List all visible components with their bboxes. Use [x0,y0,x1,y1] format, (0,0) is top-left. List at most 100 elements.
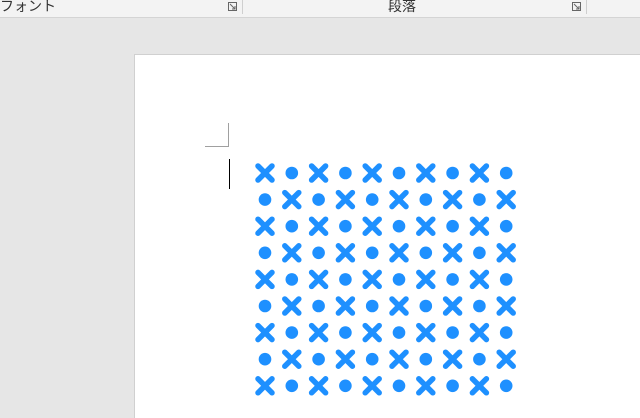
cross-shape [416,216,436,236]
cross-shape [308,322,329,343]
group-separator [586,0,587,14]
dot-shape [339,219,352,233]
cross-shape [282,243,302,263]
dot-shape [392,219,406,233]
font-dialog-launcher-icon[interactable] [228,2,237,11]
cross-shape [255,322,275,343]
dot-shape [419,352,433,366]
dot-shape [499,219,513,233]
dot-shape [446,379,459,393]
dot-shape [473,352,486,366]
cross-shape [335,349,356,369]
cross-shape [416,322,436,343]
cross-shape [389,243,409,263]
cross-shape [362,269,382,290]
dot-shape [419,193,433,206]
dot-shape [365,352,379,366]
paragraph-dialog-launcher-icon[interactable] [572,2,581,11]
dot-shape [258,246,272,260]
cross-shape [416,269,436,290]
dot-shape [499,326,513,339]
font-group-label: フォント [0,0,56,15]
cross-shape [255,269,275,290]
dot-shape [285,379,299,393]
dot-shape [446,219,459,233]
cross-shape [282,296,302,316]
cross-shape [362,376,382,396]
dot-shape [392,273,406,286]
cross-shape [282,189,302,210]
paragraph-group-label: 段落 [388,0,416,15]
cross-shape [469,322,490,343]
dot-shape [312,246,325,260]
cross-shape [442,296,463,316]
dot-shape [473,299,486,313]
document-area [0,18,640,418]
cross-shape [255,376,275,396]
cross-shape [496,189,516,210]
dot-shape [499,379,513,393]
text-cursor [229,159,230,189]
margin-corner-mark [205,123,229,147]
cross-shape [308,163,329,183]
dot-shape [365,246,379,260]
dot-shape [446,166,459,180]
document-page[interactable] [134,54,640,418]
cross-shape [442,243,463,263]
dot-shape [473,246,486,260]
dot-shape [392,379,406,393]
cross-shape [362,322,382,343]
dot-shape [446,326,459,339]
dot-shape [473,193,486,206]
cross-shape [389,349,409,369]
cross-shape [308,216,329,236]
dot-shape [312,352,325,366]
cross-shape [255,216,275,236]
group-separator [242,0,243,14]
dot-shape [365,299,379,313]
dot-shape [392,166,406,180]
dot-shape [285,166,299,180]
cross-shape [308,269,329,290]
cross-shape [362,216,382,236]
cross-shape [335,189,356,210]
dot-shape [499,273,513,286]
dot-shape [312,299,325,313]
dot-shape [339,379,352,393]
cross-shape [442,349,463,369]
dot-shape [419,299,433,313]
ribbon-group-bar: フォント 段落 [0,0,640,18]
dot-shape [258,299,272,313]
cross-shape [416,163,436,183]
dot-shape [419,246,433,260]
dot-shape [258,193,272,206]
cross-shape [389,296,409,316]
cross-shape [469,269,490,290]
cross-shape [469,216,490,236]
dot-shape [446,273,459,286]
dot-shape [365,193,379,206]
cross-shape [442,189,463,210]
dot-shape [339,326,352,339]
cross-shape [469,163,490,183]
dot-shape [285,219,299,233]
dot-shape [339,166,352,180]
dot-shape [499,166,513,180]
cross-shape [308,376,329,396]
cross-shape [496,349,516,369]
dot-shape [392,326,406,339]
dot-shape [339,273,352,286]
dot-shape [312,193,325,206]
cross-shape [335,296,356,316]
cross-shape [416,376,436,396]
cross-shape [389,189,409,210]
cross-shape [282,349,302,369]
cross-shape [362,163,382,183]
cross-shape [335,243,356,263]
pattern-graphic[interactable] [253,159,523,399]
cross-shape [255,163,275,183]
cross-shape [469,376,490,396]
cross-shape [496,296,516,316]
cross-shape [496,243,516,263]
dot-shape [285,326,299,339]
